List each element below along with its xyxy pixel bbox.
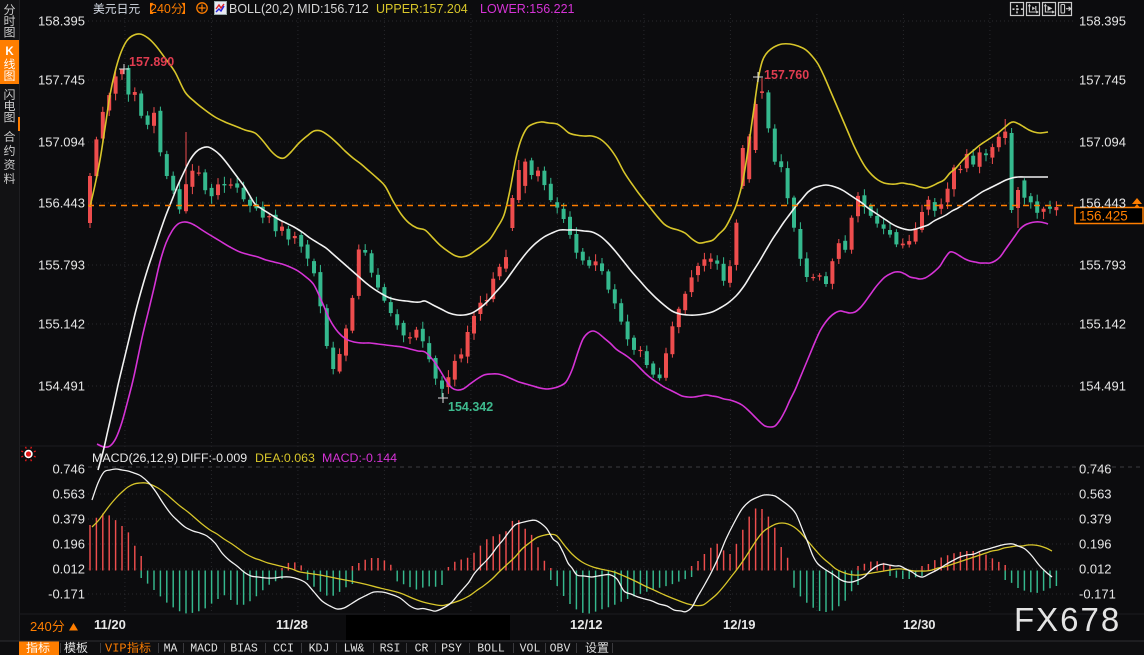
svg-text:VIP: VIP: [105, 642, 127, 655]
svg-text:154.491: 154.491: [1079, 379, 1126, 394]
svg-text:-0.171: -0.171: [1079, 587, 1116, 602]
svg-text:157.094: 157.094: [38, 135, 85, 150]
svg-text:240: 240: [30, 619, 52, 634]
svg-text:157.745: 157.745: [38, 73, 85, 88]
svg-text:154.342: 154.342: [448, 400, 493, 414]
svg-text:240: 240: [150, 2, 171, 16]
svg-text:-0.171: -0.171: [48, 587, 85, 602]
svg-text:DEA:0.063: DEA:0.063: [255, 451, 315, 465]
svg-text:VOL: VOL: [520, 643, 541, 655]
svg-text:0.746: 0.746: [1079, 462, 1112, 477]
svg-text:157.760: 157.760: [764, 68, 809, 82]
svg-text:0.012: 0.012: [52, 562, 85, 577]
svg-text:0.379: 0.379: [1079, 512, 1112, 527]
svg-text:PSY: PSY: [441, 643, 462, 655]
svg-text:0.012: 0.012: [1079, 562, 1112, 577]
svg-text:LW&: LW&: [344, 643, 365, 655]
svg-text:DIFF:-0.009: DIFF:-0.009: [181, 451, 247, 465]
svg-text:0.379: 0.379: [52, 512, 85, 527]
svg-text:BOLL: BOLL: [477, 643, 505, 655]
svg-text:155.142: 155.142: [38, 317, 85, 332]
svg-text:OBV: OBV: [550, 643, 571, 655]
svg-text:CCI: CCI: [273, 643, 294, 655]
svg-text:158.395: 158.395: [38, 14, 85, 29]
svg-text:157.745: 157.745: [1079, 73, 1126, 88]
svg-text:157.890: 157.890: [129, 55, 174, 69]
svg-text:11/20: 11/20: [94, 617, 126, 632]
svg-text:BIAS: BIAS: [230, 643, 258, 655]
svg-text:157.094: 157.094: [1079, 135, 1126, 150]
svg-text:12/12: 12/12: [570, 617, 603, 632]
svg-text:K: K: [5, 46, 14, 58]
svg-text:0.196: 0.196: [52, 537, 85, 552]
svg-text:154.491: 154.491: [38, 379, 85, 394]
svg-text:158.395: 158.395: [1079, 14, 1126, 29]
svg-text:12/19: 12/19: [723, 617, 756, 632]
svg-text:0.563: 0.563: [1079, 487, 1112, 502]
svg-text:156.443: 156.443: [38, 196, 85, 211]
svg-text:MA: MA: [164, 643, 178, 655]
svg-text:155.793: 155.793: [1079, 258, 1126, 273]
svg-text:155.142: 155.142: [1079, 317, 1126, 332]
svg-text:FX678: FX678: [1014, 601, 1121, 638]
svg-text:UPPER:157.204: UPPER:157.204: [376, 2, 468, 16]
svg-text:156.443: 156.443: [1079, 196, 1126, 211]
svg-text:MACD:-0.144: MACD:-0.144: [322, 451, 397, 465]
svg-text:RSI: RSI: [380, 643, 401, 655]
svg-text:MACD: MACD: [190, 643, 218, 655]
svg-text:12/30: 12/30: [903, 617, 936, 632]
svg-text:MACD(26,12,9): MACD(26,12,9): [92, 451, 178, 465]
svg-text:155.793: 155.793: [38, 258, 85, 273]
svg-text:156.425: 156.425: [1079, 209, 1128, 224]
svg-text:0.563: 0.563: [52, 487, 85, 502]
svg-text:0.196: 0.196: [1079, 537, 1112, 552]
svg-text:11/28: 11/28: [276, 617, 308, 632]
svg-text:0.746: 0.746: [52, 462, 85, 477]
svg-text:KDJ: KDJ: [309, 643, 330, 655]
svg-text:CR: CR: [415, 643, 429, 655]
svg-text:BOLL(20,2) MID:156.712: BOLL(20,2) MID:156.712: [229, 2, 369, 16]
svg-text:LOWER:156.221: LOWER:156.221: [480, 2, 575, 16]
